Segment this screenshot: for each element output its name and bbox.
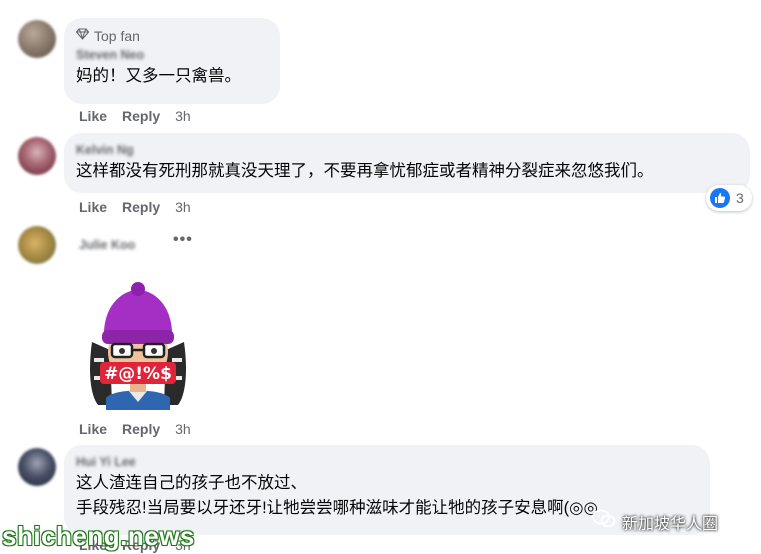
- comment-timestamp[interactable]: 3h: [175, 199, 191, 215]
- reaction-summary[interactable]: 3: [706, 185, 752, 211]
- avatar[interactable]: [18, 137, 56, 175]
- like-button[interactable]: Like: [79, 108, 107, 124]
- comment-author[interactable]: Hui Yi Lee: [76, 453, 698, 471]
- badge-label: Top fan: [94, 28, 140, 44]
- like-reaction-icon: [710, 188, 730, 208]
- comment-author[interactable]: Steven Neo: [76, 46, 268, 64]
- comment-text-line: 这人渣连自己的孩子也不放过、: [76, 474, 307, 492]
- watermark-text: 新加坡华人圈: [622, 515, 719, 533]
- comment-bubble: Kelvin Ng 这样都没有死刑那就真没天理了，不要再拿忧郁症或者精神分裂症来…: [64, 133, 750, 193]
- comment-text: 妈的！又多一只禽兽。: [76, 67, 241, 85]
- reply-button[interactable]: Reply: [122, 199, 160, 215]
- wechat-icon: [592, 509, 616, 534]
- top-fan-badge: Top fan: [75, 26, 268, 46]
- avatar[interactable]: [18, 226, 56, 264]
- avatar[interactable]: [18, 448, 56, 486]
- comment-actions: Like Reply 3h: [79, 199, 191, 215]
- comment-timestamp[interactable]: 3h: [175, 108, 191, 124]
- sticker-text: #@!%$: [104, 364, 172, 384]
- comment-author[interactable]: Julie Koo: [79, 236, 135, 254]
- comment-author[interactable]: Kelvin Ng: [76, 141, 738, 159]
- like-button[interactable]: Like: [79, 199, 107, 215]
- more-options-icon[interactable]: •••: [173, 231, 193, 249]
- sticker-image: #@!%$: [78, 280, 198, 410]
- comment-actions: Like Reply 3h: [79, 421, 191, 437]
- watermark: 新加坡华人圈: [592, 509, 718, 534]
- watermark-text: shicheng.news: [2, 521, 195, 551]
- avatar[interactable]: [18, 20, 56, 58]
- comment-timestamp[interactable]: 3h: [175, 421, 191, 437]
- comment-text: 这样都没有死刑那就真没天理了，不要再拿忧郁症或者精神分裂症来忽悠我们。: [76, 162, 654, 180]
- reaction-count: 3: [736, 190, 744, 206]
- comment-bubble: Top fan Steven Neo 妈的！又多一只禽兽。: [64, 18, 280, 104]
- reply-button[interactable]: Reply: [122, 421, 160, 437]
- diamond-icon: [75, 26, 90, 46]
- comment-actions: Like Reply 3h: [79, 108, 191, 124]
- like-button[interactable]: Like: [79, 421, 107, 437]
- reply-button[interactable]: Reply: [122, 108, 160, 124]
